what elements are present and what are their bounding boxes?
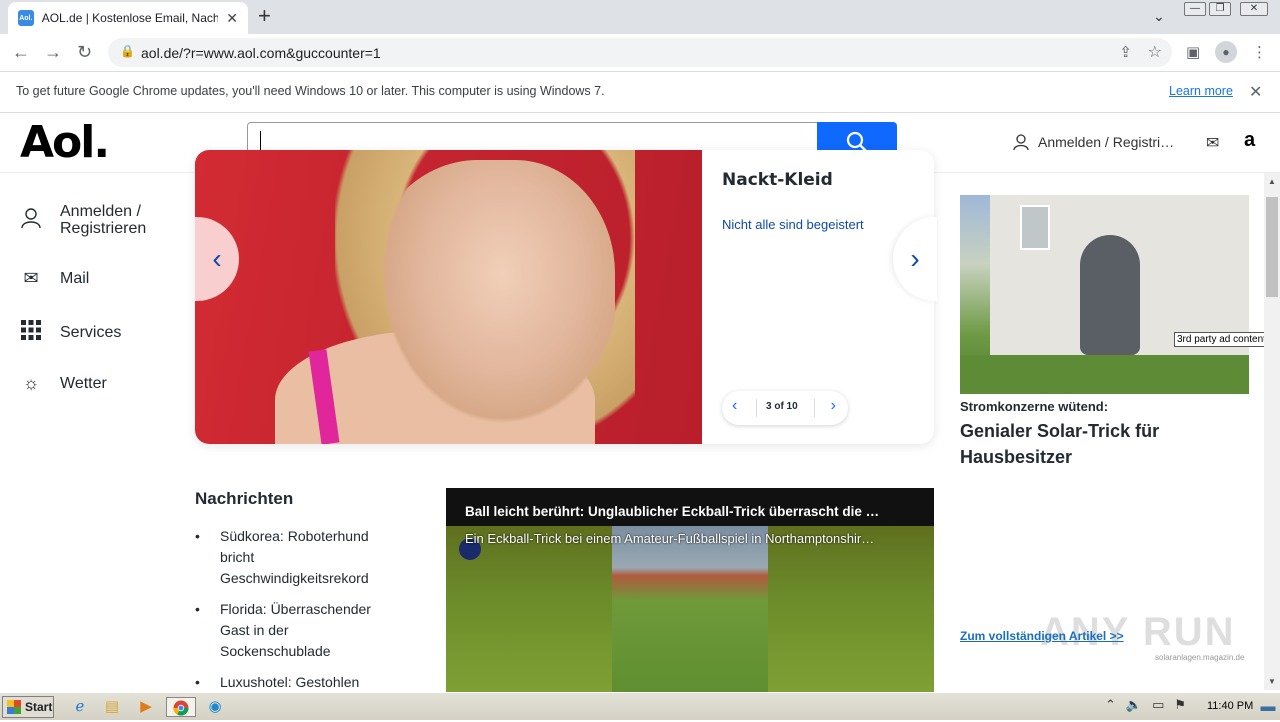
news-list: Südkorea: Roboterhund bricht Geschwindig… — [195, 526, 395, 703]
new-tab-button[interactable]: + — [258, 4, 271, 28]
aol-favicon-icon: Aol. — [18, 10, 34, 26]
tray-arrow-icon[interactable]: ⌃ — [1105, 697, 1116, 713]
side-panel-icon[interactable]: ▣ — [1186, 43, 1200, 61]
mail-icon[interactable]: ✉ — [1206, 133, 1219, 153]
infobar-message: To get future Google Chrome updates, you… — [16, 84, 605, 98]
video-center-frame — [612, 526, 768, 692]
ad-source: solaranlagen.magazin.de — [1155, 653, 1245, 662]
ad-title[interactable]: Genialer Solar-Trick für Hausbesitzer — [960, 418, 1250, 470]
forward-icon[interactable]: → — [44, 42, 62, 63]
aol-logo[interactable]: Aol. — [20, 117, 110, 168]
scroll-up-icon[interactable]: ▲ — [1268, 177, 1276, 186]
update-infobar: To get future Google Chrome updates, you… — [0, 71, 1280, 113]
scrollbar-thumb[interactable] — [1266, 197, 1278, 297]
news-item[interactable]: Südkorea: Roboterhund bricht Geschwindig… — [195, 526, 395, 589]
address-bar[interactable]: 🔒 aol.de/?r=www.aol.com&guccounter=1 ⇪ ☆ — [108, 38, 1172, 67]
reload-icon[interactable]: ↻ — [77, 42, 92, 63]
user-icon — [20, 207, 42, 234]
tab-title: AOL.de | Kostenlose Email, Nachrichten — [41, 11, 219, 25]
sidebar-item-label: Anmelden / Registrieren — [60, 203, 147, 237]
network-icon[interactable]: ▭ — [1152, 697, 1164, 713]
news-item[interactable]: Florida: Überraschender Gast in der Sock… — [195, 599, 395, 662]
sidebar-item-label: Wetter — [60, 374, 107, 392]
carousel-photo[interactable] — [195, 150, 702, 444]
windows-logo-icon — [7, 700, 21, 714]
tab-close-icon[interactable]: ✕ — [226, 10, 238, 27]
profile-avatar-icon[interactable]: ● — [1215, 41, 1237, 63]
chrome-taskbar-icon[interactable] — [166, 697, 196, 717]
pager-prev-icon[interactable]: ‹ — [732, 397, 737, 415]
learn-more-link[interactable]: Learn more — [1169, 84, 1233, 98]
carousel-pager: ‹ 3 of 10 › — [722, 391, 848, 425]
pager-divider — [814, 399, 815, 417]
sidebar-item-label: Services — [60, 323, 122, 341]
window-close-button[interactable]: ✕ — [1240, 2, 1268, 16]
amazon-icon[interactable]: a — [1244, 129, 1255, 152]
sidebar-item-mail[interactable]: ✉ Mail — [20, 268, 89, 289]
bookmark-star-icon[interactable]: ☆ — [1148, 42, 1162, 62]
infobar-close-icon[interactable]: ✕ — [1249, 82, 1262, 102]
pager-divider — [756, 399, 757, 417]
ie-icon[interactable]: ℯ — [68, 697, 92, 717]
edge-icon[interactable]: ◉ — [203, 697, 227, 717]
ad-image[interactable] — [960, 195, 1249, 394]
video-subtitle: Ein Eckball-Trick bei einem Amateur-Fußb… — [465, 531, 875, 546]
mail-icon: ✉ — [23, 268, 39, 288]
photo-face — [365, 160, 615, 444]
flag-icon[interactable]: ⚑ — [1174, 697, 1186, 713]
media-player-icon[interactable]: ▶ — [134, 697, 158, 717]
back-icon[interactable]: ← — [12, 42, 30, 63]
ad-read-more-link[interactable]: Zum vollständigen Artikel >> — [960, 629, 1124, 643]
menu-kebab-icon[interactable]: ⋮ — [1252, 43, 1267, 61]
sidebar-item-services[interactable]: Services — [20, 320, 121, 345]
show-desktop-icon[interactable]: ▬ — [1256, 697, 1280, 717]
share-icon[interactable]: ⇪ — [1119, 43, 1132, 61]
restore-button[interactable]: ❐ — [1209, 2, 1231, 16]
user-icon — [1013, 134, 1029, 151]
news-heading: Nachrichten — [195, 489, 294, 508]
carousel-subline[interactable]: Nicht alle sind begeistert — [722, 217, 864, 232]
news-item[interactable]: Luxushotel: Gestohlen — [195, 672, 395, 693]
browser-toolbar: ← → ↻ 🔒 aol.de/?r=www.aol.com&guccounter… — [0, 34, 1280, 71]
video-player[interactable]: Ball leicht berührt: Unglaublicher Eckba… — [446, 488, 934, 692]
sidebar-item-signin[interactable]: Anmelden / Registrieren — [20, 203, 146, 237]
browser-tab[interactable]: Aol. AOL.de | Kostenlose Email, Nachrich… — [8, 2, 248, 34]
taskbar-clock[interactable]: 11:40 PM — [1207, 700, 1253, 712]
ad-kicker[interactable]: Stromkonzerne wütend: — [960, 399, 1108, 414]
pager-counter: 3 of 10 — [766, 401, 798, 412]
start-button[interactable]: Start — [2, 696, 54, 718]
tab-search-chevron-icon[interactable]: ⌄ — [1153, 8, 1165, 25]
ad-grass — [960, 355, 1249, 394]
lock-icon[interactable]: 🔒 — [120, 44, 135, 58]
ad-window — [1020, 205, 1050, 250]
ad-worker — [1080, 235, 1140, 355]
ad-tooltip: 3rd party ad content — [1174, 332, 1269, 347]
explorer-folder-icon[interactable]: ▤ — [100, 697, 124, 717]
minimize-button[interactable]: — — [1184, 2, 1206, 16]
sidebar-item-label: Mail — [60, 269, 90, 287]
scroll-down-icon[interactable]: ▼ — [1268, 677, 1276, 686]
weather-icon: ☼ — [22, 373, 40, 393]
signin-label: Anmelden / Registri… — [1038, 134, 1175, 150]
windows-taskbar: Start ℯ ▤ ▶ ◉ ⌃ 🔈 ▭ ⚑ 11:40 PM ▬ — [0, 692, 1280, 720]
sidebar-item-weather[interactable]: ☼ Wetter — [20, 373, 107, 394]
carousel-headline[interactable]: Nackt-Kleid — [722, 170, 833, 190]
grid-icon — [20, 320, 42, 345]
tab-strip: Aol. AOL.de | Kostenlose Email, Nachrich… — [0, 0, 1280, 34]
news-carousel: Nackt-Kleid Nicht alle sind begeistert ‹… — [195, 150, 934, 444]
url-text[interactable]: aol.de/?r=www.aol.com&guccounter=1 — [141, 45, 381, 61]
video-title[interactable]: Ball leicht berührt: Unglaublicher Eckba… — [465, 504, 925, 519]
header-signin-link[interactable]: Anmelden / Registri… — [1012, 133, 1174, 151]
system-tray: ⌃ 🔈 ▭ ⚑ — [1105, 697, 1186, 713]
page-scrollbar[interactable]: ▲ ▼ — [1264, 173, 1280, 690]
pager-next-icon[interactable]: › — [831, 397, 836, 415]
volume-icon[interactable]: 🔈 — [1126, 697, 1142, 713]
start-label: Start — [25, 700, 53, 714]
